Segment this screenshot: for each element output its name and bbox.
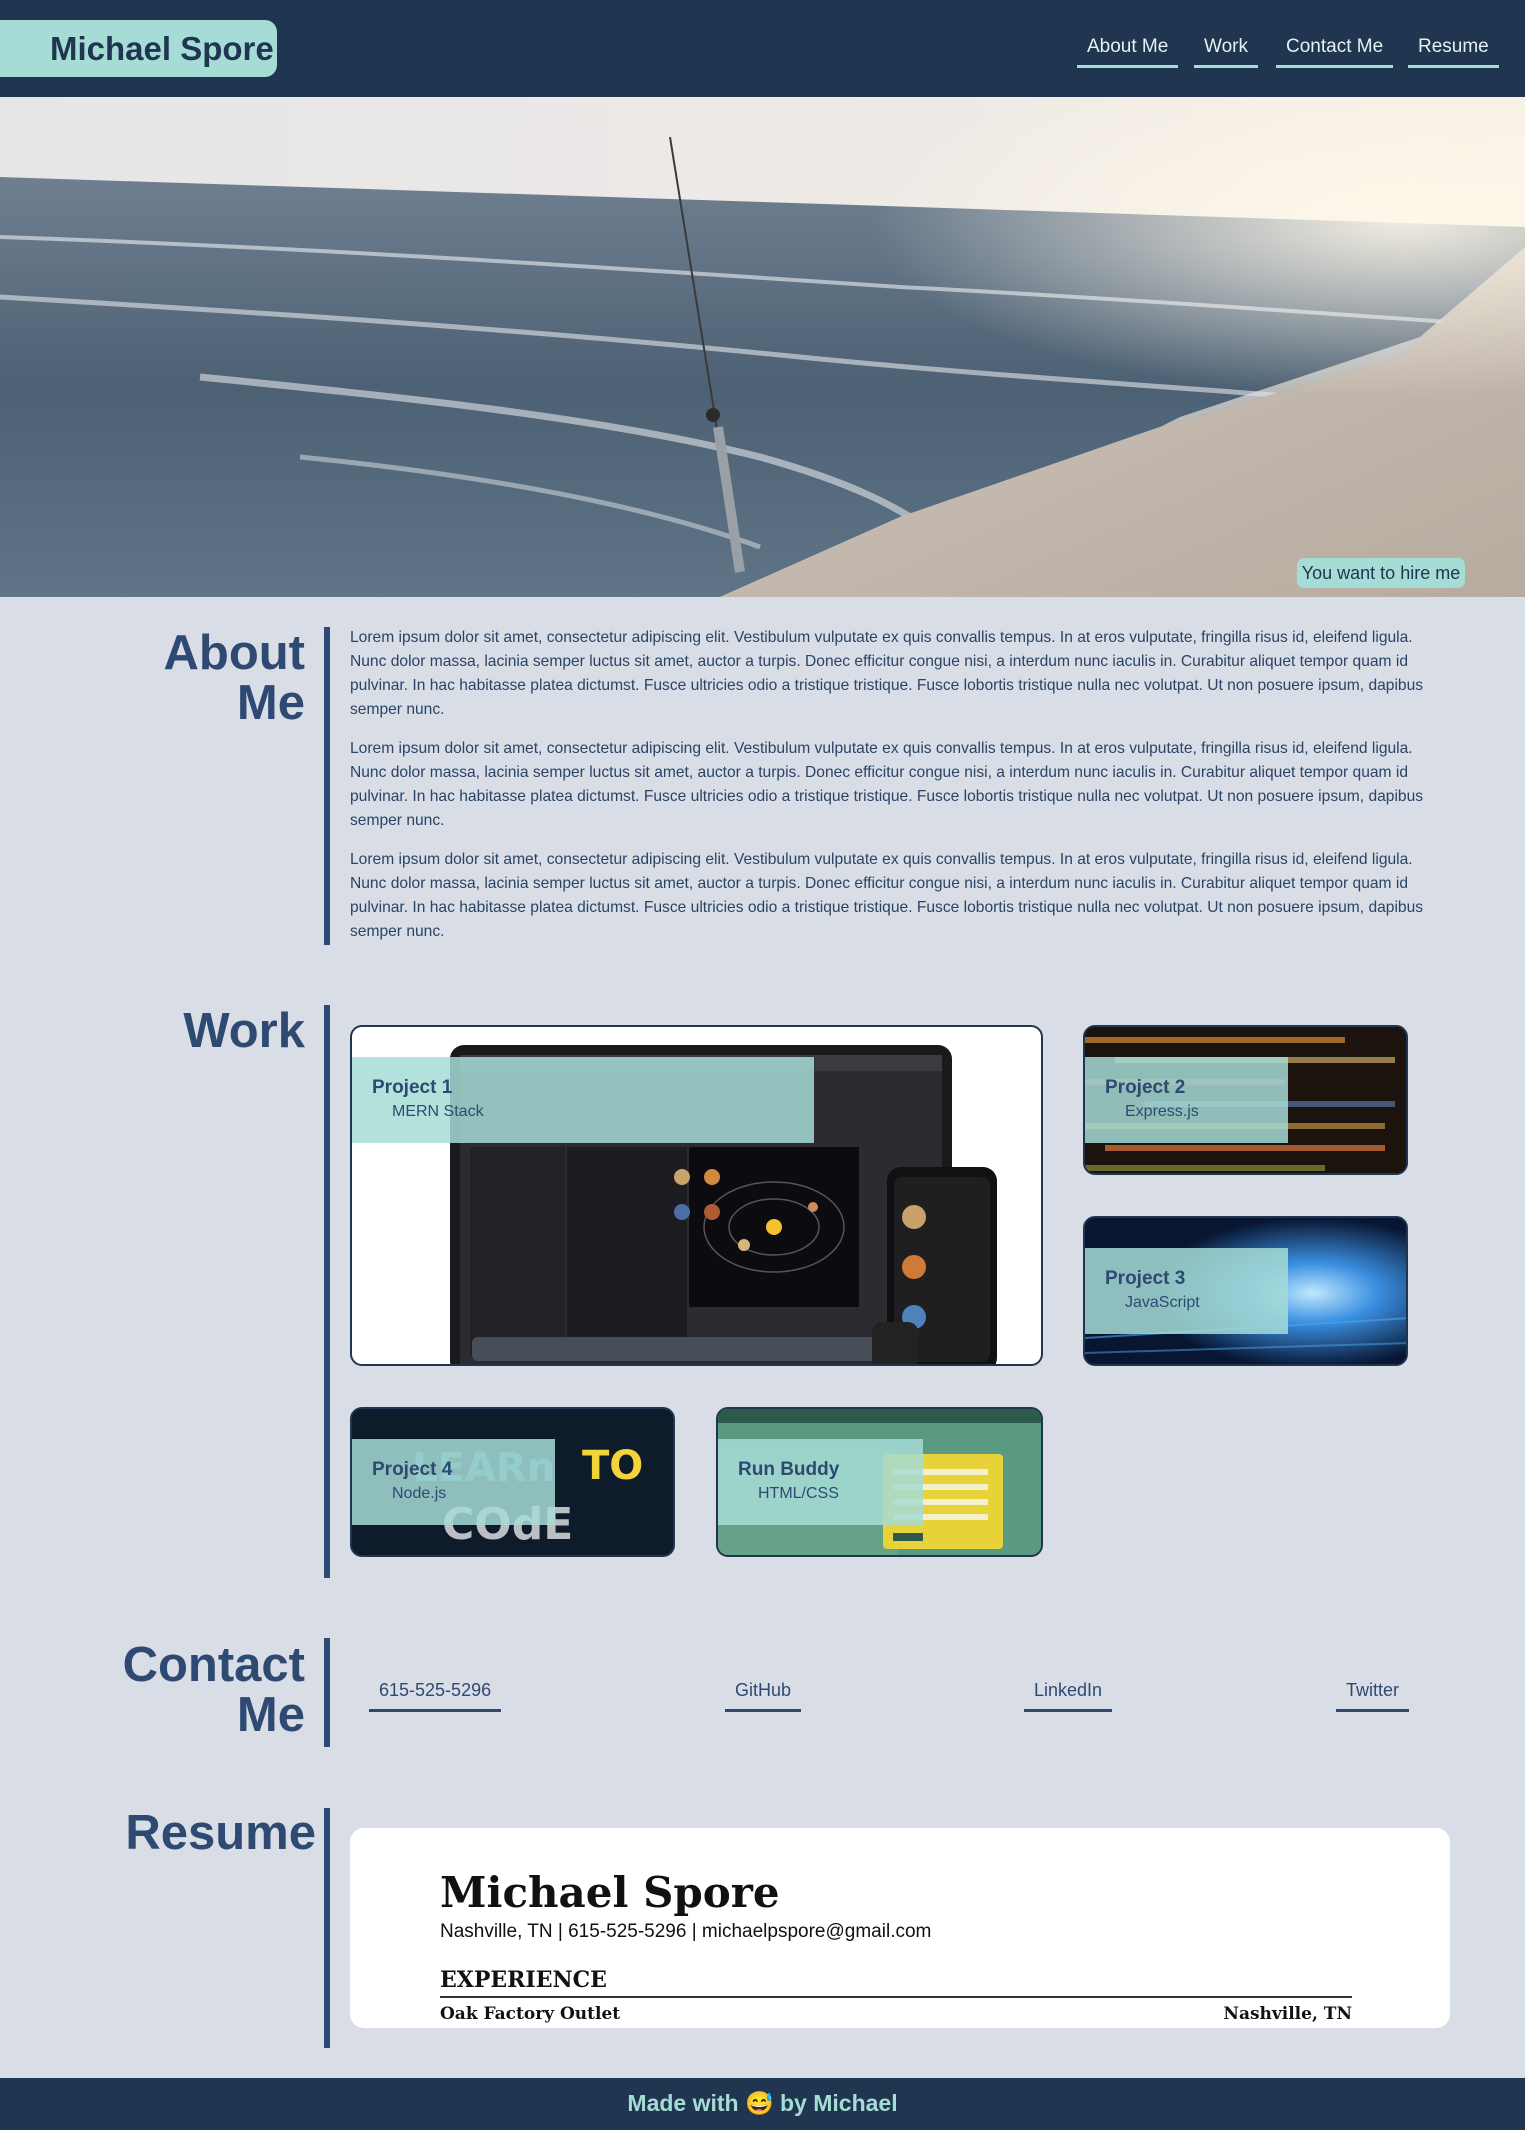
- contact-github-link[interactable]: GitHub: [725, 1680, 802, 1712]
- project-card-2[interactable]: Project 2 Express.js: [1083, 1025, 1408, 1175]
- resume-job-location: Nashville, TN: [1223, 2004, 1352, 2024]
- nav-about-me[interactable]: About Me: [1077, 36, 1179, 68]
- project-4-title: Project 4: [372, 1459, 453, 1480]
- project-2-tech: Express.js: [1125, 1103, 1199, 1120]
- resume-section-rule: [440, 1996, 1352, 1998]
- work-divider: [324, 1005, 330, 1578]
- contact-title: Contact Me: [60, 1640, 305, 1740]
- site-header: Michael Spore About Me Work Contact Me R…: [0, 0, 1525, 97]
- site-footer: Made with 😅 by Michael: [0, 2078, 1525, 2130]
- contact-linkedin-link[interactable]: LinkedIn: [1024, 1680, 1113, 1712]
- project-card-1[interactable]: Project 1 MERN Stack: [350, 1025, 1043, 1366]
- nav-resume[interactable]: Resume: [1408, 36, 1499, 68]
- project-4-tech: Node.js: [392, 1485, 447, 1502]
- hero-image: [0, 97, 1525, 597]
- resume-preview[interactable]: Michael Spore Nashville, TN | 615-525-52…: [350, 1828, 1450, 2028]
- project-1-tech: MERN Stack: [392, 1103, 484, 1120]
- about-paragraph-2: Lorem ipsum dolor sit amet, consectetur …: [350, 740, 1424, 829]
- about-title: About Me: [60, 626, 306, 730]
- hire-me-button[interactable]: You want to hire me: [1297, 558, 1465, 588]
- svg-text:TO: TO: [582, 1443, 643, 1489]
- run-buddy-label: Run Buddy HTML/CSS: [718, 1439, 923, 1525]
- contact-title-line1: Contact: [122, 1638, 305, 1692]
- nav-work[interactable]: Work: [1194, 36, 1258, 68]
- resume-contact-line: Nashville, TN | 615-525-5296 | michaelps…: [440, 1921, 932, 1942]
- project-2-label: Project 2 Express.js: [1085, 1057, 1288, 1143]
- project-1-label: Project 1 MERN Stack: [352, 1057, 814, 1143]
- project-1-title: Project 1: [372, 1077, 453, 1098]
- beach-photo: [0, 97, 1525, 597]
- project-3-title: Project 3: [1105, 1268, 1186, 1289]
- contact-twitter-link[interactable]: Twitter: [1336, 1680, 1410, 1712]
- about-divider: [324, 627, 330, 945]
- about-title-line2: Me: [236, 676, 305, 730]
- resume-title: Resume: [125, 1806, 316, 1860]
- contact-title-line2: Me: [236, 1688, 305, 1742]
- run-buddy-title: Run Buddy: [738, 1459, 840, 1480]
- brand-badge[interactable]: Michael Spore: [0, 20, 277, 77]
- about-paragraph-1: Lorem ipsum dolor sit amet, consectetur …: [350, 629, 1424, 718]
- project-3-tech: JavaScript: [1125, 1294, 1200, 1311]
- project-2-title: Project 2: [1105, 1077, 1186, 1098]
- run-buddy-tech: HTML/CSS: [758, 1485, 839, 1502]
- contact-phone-link[interactable]: 615-525-5296: [369, 1680, 502, 1712]
- project-card-4[interactable]: TO COdE LEARn Project 4 Node.js: [350, 1407, 675, 1557]
- contact-divider: [324, 1638, 330, 1747]
- resume-divider: [324, 1808, 330, 2048]
- resume-section-heading: EXPERIENCE: [440, 1967, 607, 1993]
- resume-job-employer: Oak Factory Outlet: [440, 2004, 621, 2024]
- project-card-run-buddy[interactable]: Run Buddy HTML/CSS: [716, 1407, 1043, 1557]
- about-title-line1: About: [163, 626, 306, 680]
- project-4-label: Project 4 Node.js: [352, 1439, 555, 1525]
- project-card-3[interactable]: Project 3 JavaScript: [1083, 1216, 1408, 1366]
- footer-text: Made with 😅 by Michael: [627, 2090, 898, 2116]
- nav-contact-me[interactable]: Contact Me: [1276, 36, 1394, 68]
- resume-name: Michael Spore: [440, 1868, 780, 1917]
- about-paragraph-3: Lorem ipsum dolor sit amet, consectetur …: [350, 851, 1424, 940]
- work-title: Work: [183, 1004, 305, 1058]
- brand-name[interactable]: Michael Spore: [50, 30, 274, 68]
- project-3-label: Project 3 JavaScript: [1085, 1248, 1288, 1334]
